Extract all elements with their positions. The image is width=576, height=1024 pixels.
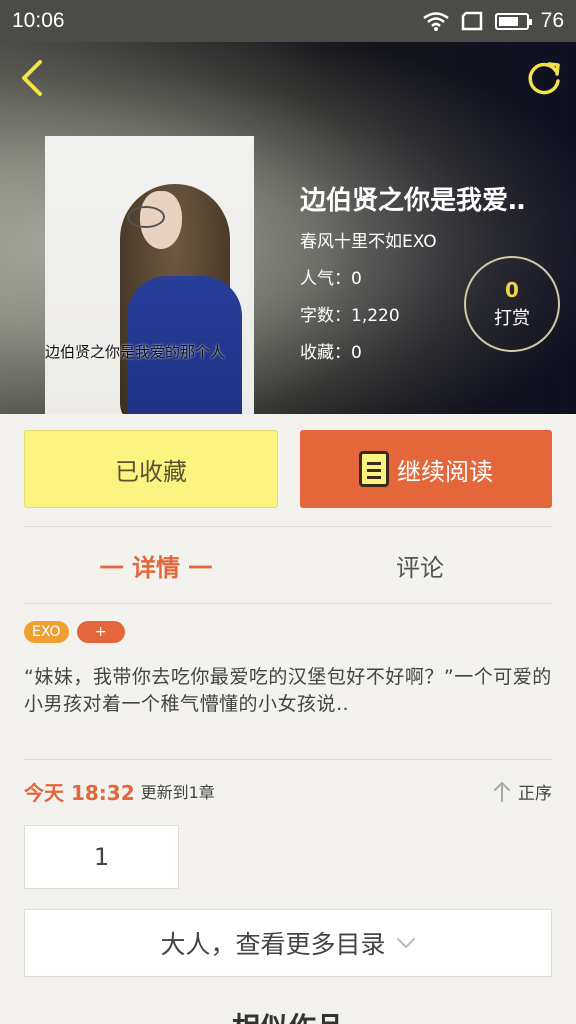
book-cover[interactable]: 边伯贤之你是我爱的那个人 bbox=[45, 136, 254, 414]
sort-order-button[interactable]: 正序 bbox=[492, 779, 552, 804]
status-icons: 76 bbox=[422, 9, 564, 33]
sort-order-label: 正序 bbox=[518, 783, 552, 804]
similar-works-title: 相似作品 bbox=[0, 1006, 576, 1024]
cover-caption: 边伯贤之你是我爱的那个人 bbox=[45, 343, 226, 361]
update-row: 今天 18:32 更新到1章 正序 bbox=[24, 775, 552, 807]
favorited-label: 已收藏 bbox=[115, 457, 187, 486]
back-button[interactable] bbox=[10, 56, 54, 100]
chapter-number: 1 bbox=[93, 843, 110, 871]
tip-label: 打赏 bbox=[494, 308, 530, 329]
battery-icon bbox=[494, 12, 532, 30]
divider bbox=[24, 603, 552, 604]
battery-level: 76 bbox=[540, 9, 564, 32]
book-description[interactable]: “妹妹，我带你去吃你最爱吃的汉堡包好不好啊？”一个可爱的小男孩对着一个稚气懵懂的… bbox=[24, 664, 552, 718]
update-text: 更新到1章 bbox=[140, 783, 215, 802]
book-icon bbox=[359, 451, 389, 487]
sim-icon bbox=[461, 11, 482, 31]
refresh-button[interactable] bbox=[522, 56, 566, 100]
tip-button[interactable]: 0 打赏 bbox=[464, 256, 560, 352]
add-tag-button[interactable]: + bbox=[76, 621, 125, 643]
back-arrow-icon bbox=[22, 60, 42, 96]
tab-bar: 一 详情 一 评论 bbox=[24, 527, 552, 603]
wifi-icon bbox=[422, 12, 449, 31]
tip-count: 0 bbox=[505, 278, 519, 302]
status-bar: 10:06 76 bbox=[0, 0, 576, 42]
more-catalog-label: 大人，查看更多目录 bbox=[160, 930, 386, 959]
refresh-icon bbox=[528, 62, 560, 95]
tab-comments[interactable]: 评论 bbox=[288, 527, 552, 603]
divider bbox=[24, 759, 552, 760]
book-author[interactable]: 春风十里不如EXO bbox=[300, 227, 560, 252]
up-arrow-icon bbox=[494, 782, 510, 802]
continue-reading-label: 继续阅读 bbox=[397, 457, 493, 486]
status-time: 10:06 bbox=[12, 9, 65, 32]
tag-list: EXO + bbox=[24, 621, 125, 643]
chapter-item[interactable]: 1 bbox=[24, 825, 179, 889]
tab-details[interactable]: 一 详情 一 bbox=[24, 527, 288, 603]
favorited-button[interactable]: 已收藏 bbox=[24, 430, 278, 508]
tag-exo[interactable]: EXO bbox=[24, 621, 69, 643]
book-title: 边伯贤之你是我爱‥ bbox=[300, 186, 526, 216]
continue-reading-button[interactable]: 继续阅读 bbox=[300, 430, 552, 508]
book-header: 边伯贤之你是我爱的那个人 边伯贤之你是我爱‥ 春风十里不如EXO 人气：0 字数… bbox=[0, 42, 576, 414]
update-time: 今天 18:32 bbox=[24, 780, 135, 805]
more-catalog-button[interactable]: 大人，查看更多目录 bbox=[24, 909, 552, 977]
chevron-down-icon bbox=[396, 938, 415, 948]
